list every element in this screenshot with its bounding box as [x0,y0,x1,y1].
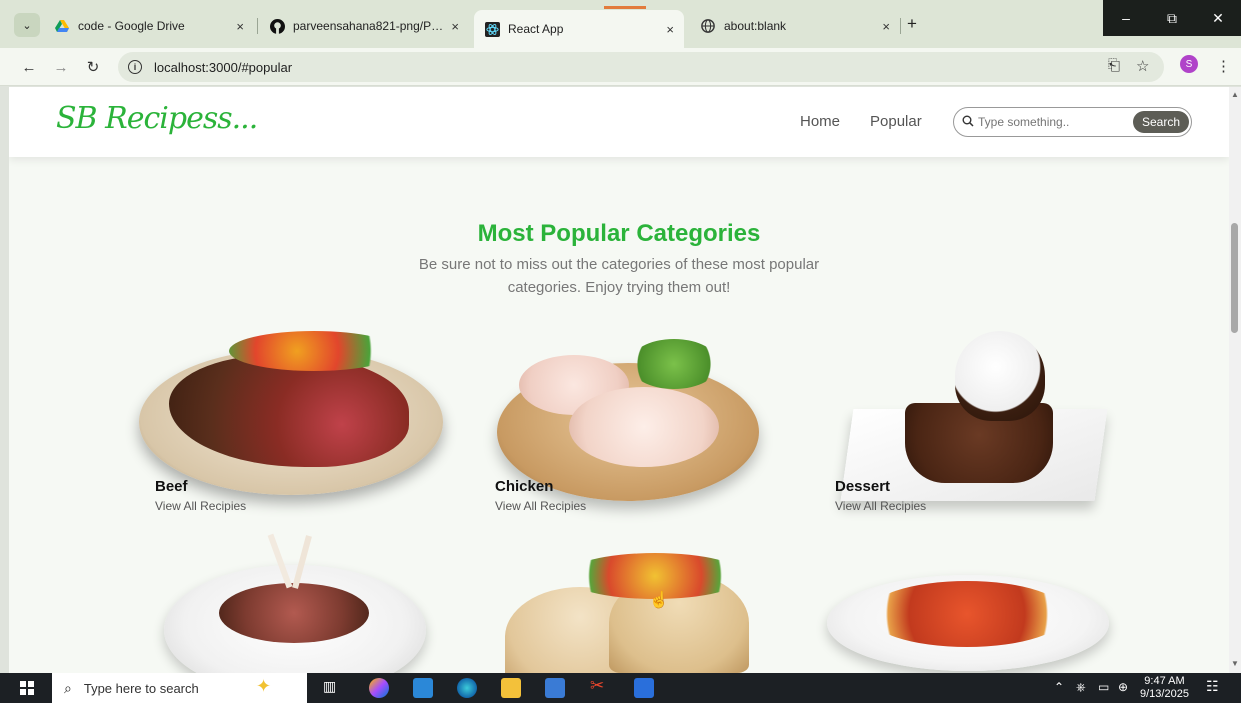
tab-title: code - Google Drive [78,19,185,33]
tab-about-blank[interactable]: about:blank × [690,11,900,41]
search-icon [962,115,974,130]
search-button[interactable]: Search [1132,111,1189,133]
close-icon[interactable]: × [451,19,459,34]
close-window-icon[interactable]: ✕ [1195,0,1241,36]
pasta-shape [867,581,1067,647]
close-icon[interactable]: × [236,19,244,34]
tab-google-drive[interactable]: code - Google Drive × [44,11,254,41]
address-bar[interactable]: i localhost:3000/#popular [118,52,1164,82]
copilot-sparkle-icon[interactable]: ✦ [256,676,276,696]
battery-icon: ▭ [1098,680,1110,694]
window-controls: – ⧉ ✕ [1103,0,1241,36]
taskbar-clock[interactable]: 9:47 AM 9/13/2025 [1140,675,1189,701]
page-viewport: SB Recipess... Home Popular Search Most … [9,87,1229,673]
menu-dots-icon[interactable]: ⋮ [1216,57,1231,75]
snipping-tool-icon[interactable]: ✂ [590,676,610,696]
edge-browser-icon[interactable] [457,678,477,698]
chicken-thigh-shape [569,387,719,467]
profile-avatar[interactable]: S [1180,55,1198,73]
bookmark-star-icon[interactable]: ☆ [1136,57,1149,75]
view-all-link[interactable]: View All Recipies [495,499,586,513]
clock-date: 9/13/2025 [1140,688,1189,700]
tab-divider [900,18,901,34]
site-logo[interactable]: SB Recipess... [56,101,258,136]
store-icon[interactable] [545,678,565,698]
windows-taskbar: ⌕ Type here to search ✦ ▥ ✂ ⌃ ⎈ ▭ ⊕ 9:47… [0,673,1241,703]
scroll-thumb[interactable] [1231,223,1238,333]
tab-strip: ⌄ code - Google Drive × parveensahana821… [0,0,1241,48]
windows-start-icon[interactable] [20,681,34,695]
tab-title: parveensahana821-png/Parveen [293,19,443,33]
url-text: localhost:3000/#popular [154,59,293,75]
tab-title: React App [508,22,564,36]
nav-link-popular[interactable]: Popular [870,113,922,130]
reload-icon[interactable]: ↻ [82,56,104,78]
category-name: Beef [155,478,188,495]
section-title: Most Popular Categories [477,220,761,247]
new-tab-button[interactable]: + [907,14,917,34]
forward-icon[interactable]: → [50,56,72,78]
globe-icon [700,18,716,34]
category-name: Chicken [495,478,554,495]
view-all-link[interactable]: View All Recipies [835,499,926,513]
restore-icon[interactable]: ⧉ [1149,0,1195,36]
minimize-icon[interactable]: – [1103,0,1149,36]
tray-chevron-icon[interactable]: ⌃ [1054,680,1064,694]
section-subtitle: Be sure not to miss out the categories o… [418,256,820,296]
lettuce-garnish [629,339,719,389]
react-icon [484,21,500,37]
scroll-up-icon[interactable]: ▲ [1231,90,1239,99]
mail-icon[interactable] [413,678,433,698]
lamb-chops-shape [219,583,369,643]
search-form: Search [953,107,1192,137]
clock-time: 9:47 AM [1144,675,1185,687]
tab-title: about:blank [724,19,787,33]
view-all-link[interactable]: View All Recipies [155,499,246,513]
taskbar-search-placeholder: Type here to search [83,680,199,696]
site-header: SB Recipess... Home Popular Search [9,87,1229,157]
browser-toolbar: ← → ↻ i localhost:3000/#popular ⎗ ☆ ⋮ [0,48,1241,86]
category-name: Dessert [835,478,891,495]
task-view-icon[interactable]: ▥ [323,678,343,698]
tray-usb-icon[interactable]: ⎈ [1076,680,1086,695]
search-icon: ⌕ [64,679,72,696]
network-icon[interactable]: ⊕ [1118,680,1128,694]
site-info-icon[interactable]: i [128,60,142,74]
copilot-icon[interactable] [369,678,389,698]
search-input[interactable] [978,115,1128,129]
veg-garnish [229,331,399,371]
scroll-down-icon[interactable]: ▼ [1231,659,1239,668]
back-icon[interactable]: ← [18,56,40,78]
close-icon[interactable]: × [666,22,674,37]
github-icon [269,18,285,34]
tab-divider [257,18,258,34]
media-app-icon[interactable] [634,678,654,698]
close-icon[interactable]: × [882,19,890,34]
install-app-icon[interactable]: ⎗ [1108,57,1120,74]
hand-cursor-icon: ☝ [649,592,669,609]
tab-react-app[interactable]: React App × [474,10,684,48]
page-scrollbar[interactable]: ▲ ▼ [1229,87,1241,673]
recording-indicator [604,6,646,9]
notification-icon[interactable]: ☷ [1206,678,1219,695]
tab-search-button[interactable]: ⌄ [14,13,40,37]
google-drive-icon [54,18,70,34]
nav-link-home[interactable]: Home [800,113,840,130]
tab-github[interactable]: parveensahana821-png/Parveen × [259,11,469,41]
cream-topping [955,331,1045,421]
screen: ⌄ code - Google Drive × parveensahana821… [0,0,1241,703]
file-explorer-icon[interactable] [501,678,521,698]
